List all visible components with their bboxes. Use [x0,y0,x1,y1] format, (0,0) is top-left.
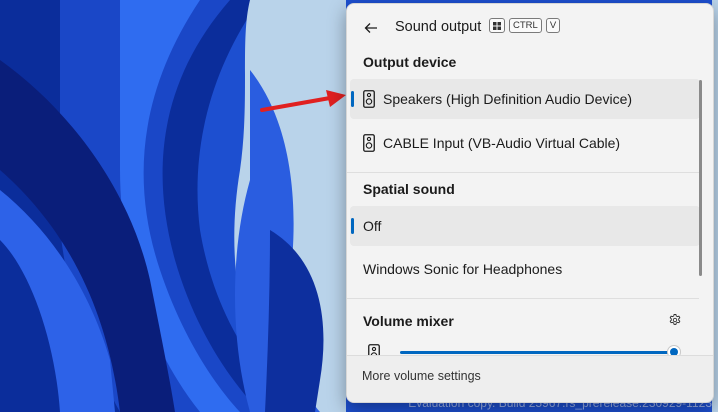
flyout-header: Sound output CTRL V [347,4,713,50]
spatial-option-off[interactable]: Off [350,206,700,246]
spatial-option-label: Off [363,218,382,234]
flyout-title: Sound output [395,19,482,35]
spatial-option-label: Windows Sonic for Headphones [363,261,563,277]
windows-key-icon [489,18,505,33]
gear-icon [669,314,681,325]
v-key: V [545,18,561,33]
spatial-option-windows-sonic[interactable]: Windows Sonic for Headphones [350,249,700,289]
back-button[interactable] [359,16,383,40]
speaker-icon [363,90,375,108]
keyboard-shortcut: CTRL V [489,18,561,33]
spatial-sound-heading: Spatial sound [363,181,455,197]
volume-mixer-heading: Volume mixer [363,313,454,329]
selected-indicator [351,91,354,107]
output-device-heading: Output device [363,54,457,70]
device-item-cable-input[interactable]: CABLE Input (VB-Audio Virtual Cable) [350,123,700,163]
device-item-speakers[interactable]: Speakers (High Definition Audio Device) [350,79,700,119]
ctrl-key: CTRL [509,18,542,33]
device-label: Speakers (High Definition Audio Device) [383,91,633,107]
speaker-icon [363,134,375,152]
device-label: CABLE Input (VB-Audio Virtual Cable) [383,135,621,151]
volume-slider-track[interactable] [400,351,676,354]
back-arrow-icon [364,23,377,33]
red-arrow-annotation [260,90,346,112]
divider [347,172,699,173]
mixer-settings-button[interactable] [668,313,684,329]
more-volume-settings-link[interactable]: More volume settings [362,369,481,383]
selected-indicator [351,218,354,234]
divider [347,298,699,299]
flyout-footer: More volume settings [347,355,713,402]
sound-output-flyout: Sound output CTRL V Output device Speake… [346,3,714,403]
scrollbar-thumb[interactable] [699,80,702,276]
